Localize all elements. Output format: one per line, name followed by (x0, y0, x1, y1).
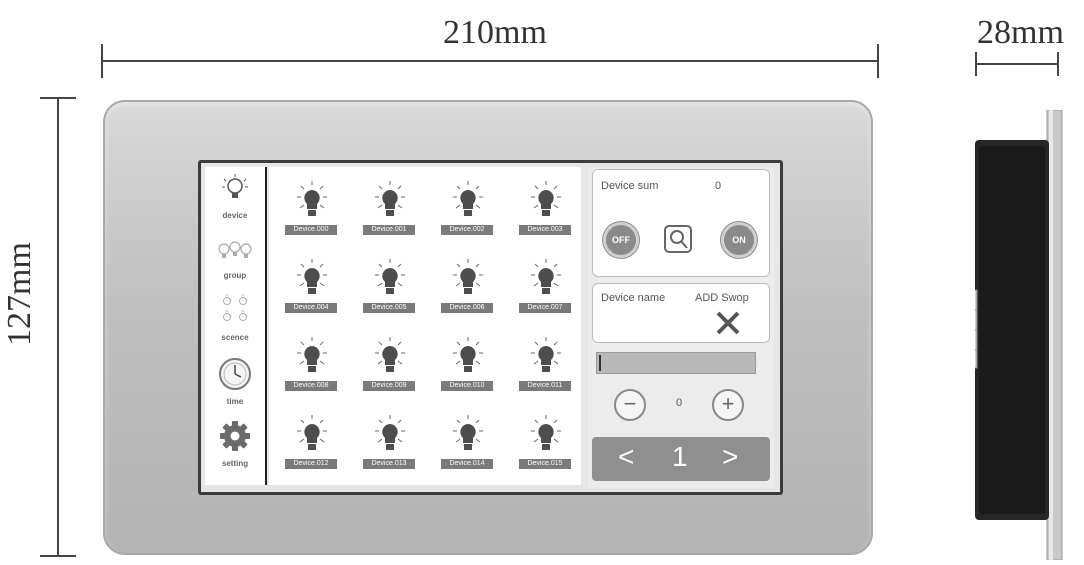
device-label: Device.006 (441, 303, 493, 313)
front-panel-frame: device group scence time setting Device.… (103, 100, 873, 555)
device-label: Device.014 (441, 459, 493, 469)
bulb-icon (531, 337, 561, 372)
counter-value: 0 (676, 397, 683, 409)
device-sum-label: Device sum (601, 180, 659, 192)
device-label: Device.004 (285, 303, 337, 313)
device-tile[interactable]: Device.015 (507, 407, 585, 483)
sidebar-item-device[interactable]: device (205, 173, 265, 220)
device-tile[interactable]: Device.004 (273, 251, 351, 327)
bulb-icon (375, 337, 405, 372)
device-label: Device.005 (363, 303, 415, 313)
device-label: Device.011 (519, 381, 571, 391)
device-label: Device.001 (363, 225, 415, 235)
device-sum-box: Device sum 0 OFF ON (592, 169, 770, 277)
control-panel: Device sum 0 OFF ON Device name ADD Swop (588, 167, 774, 488)
sidebar-item-label: group (223, 271, 247, 280)
bulb-icon (453, 181, 483, 216)
device-name-label: Device name (601, 292, 666, 304)
bulb-group-icon (218, 241, 252, 258)
bulb-icon (297, 259, 327, 294)
device-tile[interactable]: Device.009 (351, 329, 429, 405)
bulb-icon (531, 415, 561, 450)
device-sum-value: 0 (715, 180, 722, 192)
depth-label: 28mm (977, 14, 1064, 51)
bulb-icon (453, 337, 483, 372)
gear-icon (220, 421, 250, 451)
add-swop-label: ADD Swop (695, 292, 749, 304)
bulb-icon (531, 259, 561, 294)
touch-screen: device group scence time setting Device.… (201, 163, 780, 492)
sidebar-item-time[interactable]: time (205, 357, 265, 406)
device-label: Device.015 (519, 459, 571, 469)
device-label: Device.007 (519, 303, 571, 313)
bulb-icon (297, 181, 327, 216)
sidebar-item-group[interactable]: group (205, 237, 265, 280)
bulb-icon (453, 259, 483, 294)
device-tile[interactable]: Device.012 (273, 407, 351, 483)
off-button[interactable]: OFF (603, 222, 639, 258)
sidebar-item-label: setting (221, 459, 249, 468)
device-tile[interactable]: Device.010 (429, 329, 507, 405)
prev-page-button[interactable]: < (618, 441, 634, 473)
device-label: Device.009 (363, 381, 415, 391)
device-tile[interactable]: Device.000 (273, 173, 351, 249)
bulb-icon (375, 259, 405, 294)
width-label: 210mm (443, 14, 547, 51)
minus-button[interactable]: − (614, 389, 646, 421)
device-tile[interactable]: Device.001 (351, 173, 429, 249)
brightness-slider[interactable] (596, 352, 756, 374)
sidebar-item-label: scence (221, 333, 249, 342)
device-tile[interactable]: Device.008 (273, 329, 351, 405)
device-grid: Device.000 Device.001 Device.002 Device.003… (269, 167, 581, 485)
on-button[interactable]: ON (721, 222, 757, 258)
device-tile[interactable]: Device.003 (507, 173, 585, 249)
device-name-box: Device name ADD Swop (592, 283, 770, 343)
device-label: Device.000 (285, 225, 337, 235)
bulb-icon (222, 174, 248, 198)
height-label: 127mm (0, 242, 38, 346)
device-tile[interactable]: Device.002 (429, 173, 507, 249)
device-label: Device.002 (441, 225, 493, 235)
device-tile[interactable]: Device.011 (507, 329, 585, 405)
bulb-icon (297, 337, 327, 372)
device-tile[interactable]: Device.006 (429, 251, 507, 327)
clock-icon (219, 358, 251, 390)
screen-bezel: device group scence time setting Device.… (198, 160, 783, 495)
sidebar-item-label: time (226, 397, 244, 406)
bulb-icon (531, 181, 561, 216)
sidebar-item-setting[interactable]: setting (205, 419, 265, 468)
search-icon[interactable] (663, 224, 693, 254)
pager: < 1 > (592, 437, 770, 481)
device-tile[interactable]: Device.005 (351, 251, 429, 327)
bulb-icon (375, 181, 405, 216)
device-tile[interactable]: Device.014 (429, 407, 507, 483)
side-view (952, 109, 1075, 565)
device-label: Device.008 (285, 381, 337, 391)
sidebar: device group scence time setting (205, 167, 267, 485)
device-label: Device.003 (519, 225, 571, 235)
device-label: Device.013 (363, 459, 415, 469)
bulb-icon (297, 415, 327, 450)
device-tile[interactable]: Device.007 (507, 251, 585, 327)
sidebar-item-label: device (222, 211, 248, 220)
bulb-icon (375, 415, 405, 450)
device-label: Device.010 (441, 381, 493, 391)
next-page-button[interactable]: > (722, 441, 738, 473)
slider-handle[interactable] (599, 355, 601, 371)
sidebar-item-scence[interactable]: scence (205, 293, 265, 342)
page-number: 1 (672, 441, 688, 472)
device-label: Device.012 (285, 459, 337, 469)
device-tile[interactable]: Device.013 (351, 407, 429, 483)
side-profile-image (952, 109, 1063, 561)
plus-button[interactable]: + (712, 389, 744, 421)
scene-icon (223, 294, 247, 321)
bulb-icon (453, 415, 483, 450)
tools-icon[interactable] (713, 310, 743, 336)
